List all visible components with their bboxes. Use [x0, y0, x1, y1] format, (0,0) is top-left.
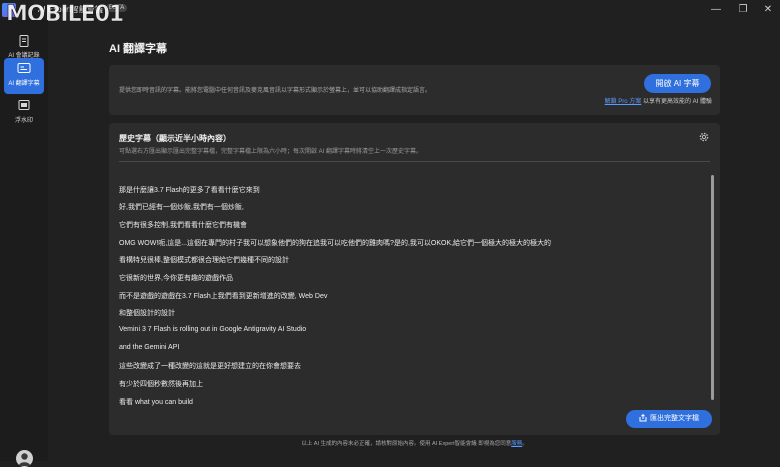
maximize-button[interactable]: ❐ — [734, 2, 752, 18]
transcript-line: 它很新的世界,今你更有趣的遊戲作品 — [119, 275, 233, 282]
document-icon — [19, 35, 29, 47]
gear-icon[interactable] — [698, 131, 710, 143]
minimize-button[interactable]: — — [707, 2, 725, 18]
transcript-line: 看看 what you can build — [119, 399, 193, 406]
transcript-list[interactable]: 那是什麼讓3.7 Flash的更多了看看什麼它來到 好,我們已經有一個炒飯,我們… — [119, 165, 704, 427]
transcript-line: 而不是遊戲的遊戲在3.7 Flash上我們看到更新增進的改變, Web Dev — [119, 293, 328, 300]
sidebar-item-watermark[interactable]: 浮水印 — [4, 95, 44, 131]
unlock-pro-link[interactable]: 解鎖 Pro 方案 — [605, 99, 642, 105]
page-title: AI 翻譯字幕 — [109, 43, 168, 55]
footer-text: 以上 AI 生成的內容未必正確，請核對原始內容。使用 AI Expert智能會議… — [301, 441, 512, 447]
transcript-line: 好,我們已經有一個炒飯,我們有一個炒飯, — [119, 204, 244, 211]
app-name: AI Expert智能會議 — [38, 5, 103, 14]
sidebar-item-label: 浮水印 — [14, 118, 33, 124]
app-logo-icon — [2, 3, 16, 17]
watermark-icon — [18, 100, 30, 110]
history-title: 歷史字幕（顯示近半小時內容） — [119, 134, 231, 143]
transcript-line: 看構特兒很棒,整個模式都很合理給它們幾種不同的設計 — [119, 257, 289, 264]
transcript-line: 有少於四個秒數然後再加上 — [119, 381, 203, 388]
history-card: 歷史字幕（顯示近半小時內容） 可點選右方匯出顯示匯出完整字幕檔，完整字幕檔上限為… — [109, 123, 720, 435]
transcript-scrollbar[interactable] — [711, 175, 714, 400]
beta-badge: BETA — [106, 4, 128, 12]
export-icon — [639, 414, 647, 422]
terms-link[interactable]: 服務 — [511, 441, 522, 447]
export-button-label: 匯出完整文字檔 — [650, 415, 699, 422]
sidebar: AI 會議記錄 AI 翻譯字幕 浮水印 — [0, 20, 48, 467]
divider — [119, 161, 710, 162]
sidebar-item-label: AI 翻譯字幕 — [8, 81, 40, 87]
sidebar-item-translate-subtitles[interactable]: AI 翻譯字幕 — [4, 58, 44, 94]
pro-upsell-text: 以享有更高效能的 AI 體驗 — [642, 99, 712, 105]
transcript-line: 它們有很多控制,我們看看什麼它們有機會 — [119, 222, 247, 229]
history-note: 可點選右方匯出顯示匯出完整字幕檔，完整字幕檔上限為六小時；每次開啟 AI 翻譯字… — [119, 149, 423, 155]
title-bar: AI Expert智能會議 BETA MOBILE01 — ❐ ✕ — [0, 0, 780, 27]
pro-upsell: 解鎖 Pro 方案 以享有更高效能的 AI 體驗 — [605, 96, 712, 105]
transcript-line: Vemini 3 7 Flash is rolling out in Googl… — [119, 326, 307, 333]
user-icon — [18, 453, 31, 466]
avatar[interactable] — [16, 450, 33, 467]
intro-description: 提供您即時音訊的字幕。能將您電腦中任何音訊及麥克風音訊以字幕形式顯示於螢幕上，並… — [119, 88, 432, 94]
transcript-line: 這些改變成了一種改變的這就是更好想建立的在你會想要去 — [119, 363, 301, 370]
transcript-line: 和整個設計的設計 — [119, 310, 175, 317]
footer-disclaimer: 以上 AI 生成的內容未必正確，請核對原始內容。使用 AI Expert智能會議… — [301, 441, 528, 447]
close-button[interactable]: ✕ — [759, 2, 777, 18]
intro-card: 提供您即時音訊的字幕。能將您電腦中任何音訊及麥克風音訊以字幕形式顯示於螢幕上，並… — [109, 65, 720, 115]
transcript-line: OMG WOW!呃,這是...這個在專門的村子我可以想象他們的狗在追我可以吃他們… — [119, 240, 552, 247]
transcript-line: and the Gemini API — [119, 344, 180, 351]
transcript-line-partial — [119, 165, 121, 169]
export-transcript-button[interactable]: 匯出完整文字檔 — [626, 410, 712, 428]
transcript-line: 那是什麼讓3.7 Flash的更多了看看什麼它來到 — [119, 187, 260, 194]
start-subtitles-button[interactable]: 開啟 AI 字幕 — [644, 74, 711, 93]
translate-icon — [17, 63, 31, 73]
